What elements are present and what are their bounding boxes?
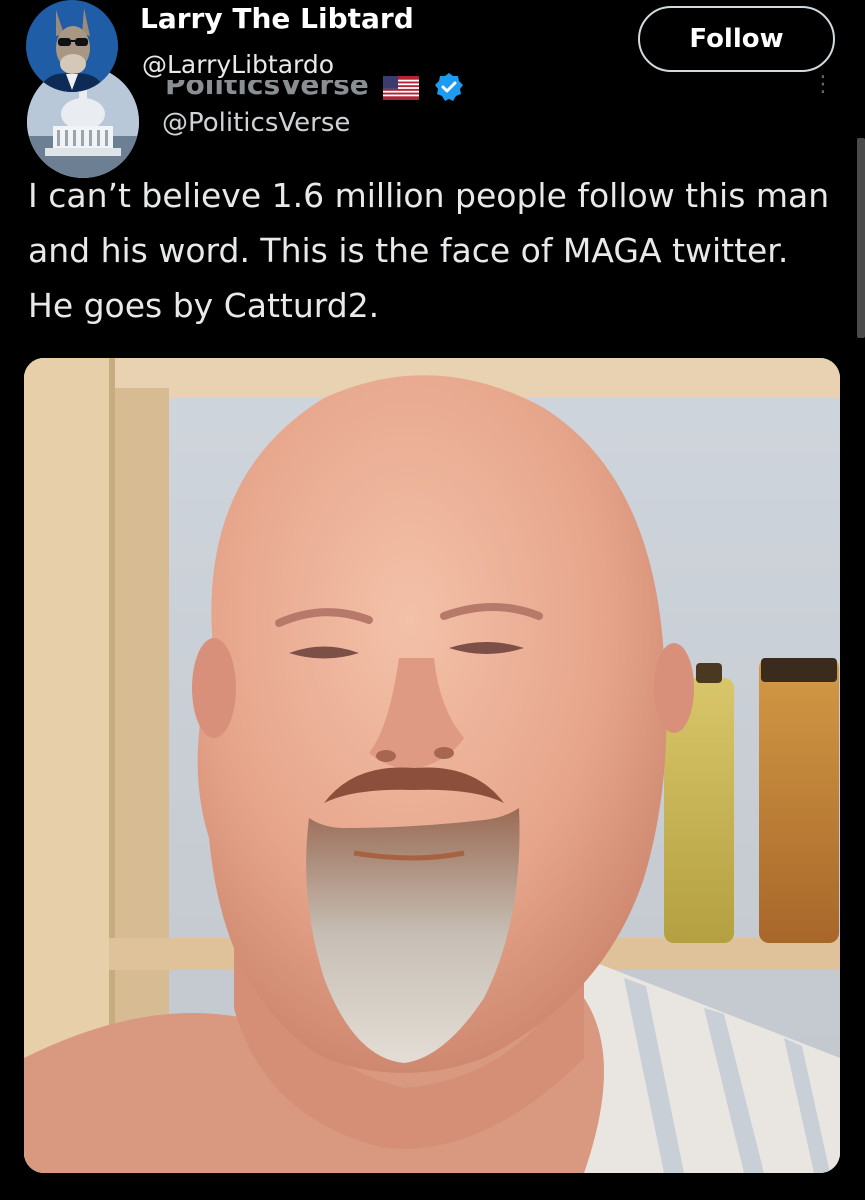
display-name[interactable]: Larry The Libtard [140,2,414,35]
quoted-post[interactable]: PoliticsVerse ⋮ @PoliticsVerse I can’t b… [0,60,865,1200]
donkey-avatar-icon[interactable] [26,0,118,92]
post-header: Larry The Libtard @LarryLibtardo Follow [0,0,865,92]
scrollbar[interactable] [857,138,865,338]
quoted-handle[interactable]: @PoliticsVerse [162,108,350,138]
post-photo[interactable] [24,358,840,1173]
follow-button[interactable]: Follow [638,6,835,72]
post-text: I can’t believe 1.6 million people follo… [28,176,830,325]
handle[interactable]: @LarryLibtardo [142,50,334,79]
